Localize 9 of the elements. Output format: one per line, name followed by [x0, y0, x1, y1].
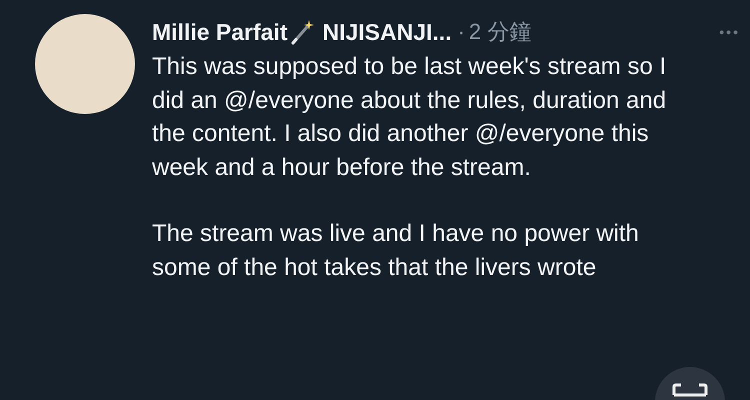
author-name[interactable]: Millie Parfait	[152, 18, 288, 46]
timestamp[interactable]: 2 分鐘	[468, 17, 532, 47]
author-handle[interactable]: NIJISANJI...	[322, 18, 452, 46]
frame-icon	[672, 383, 708, 397]
more-button[interactable]: •••	[719, 24, 740, 40]
separator: ·	[458, 19, 465, 45]
tweet-text: This was supposed to be last week's stream so I did an @/everyone about the rules, duration and the content. I also did another @/everyone this week and a hour before the stream.	[152, 52, 668, 182]
magic-wand-icon	[290, 19, 314, 45]
tweet-text: The stream was live and I have no power with some of the hot takes that the livers wrote	[152, 219, 640, 282]
